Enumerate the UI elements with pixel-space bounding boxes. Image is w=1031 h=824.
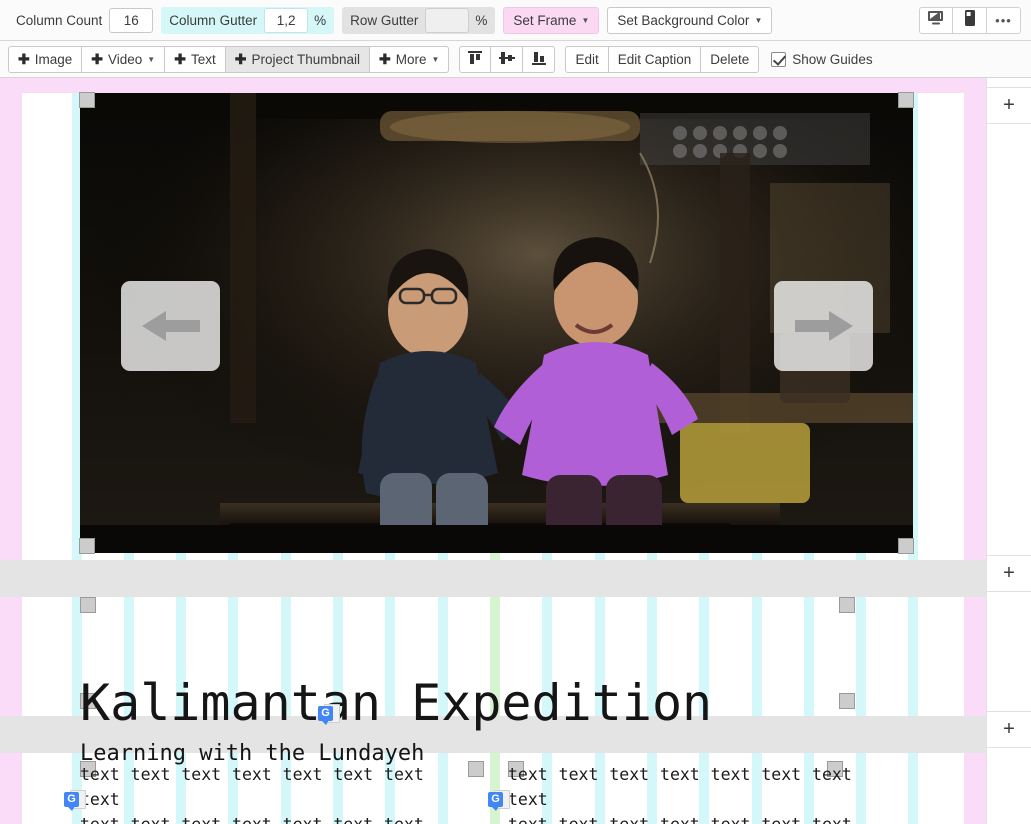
resize-handle-bottom-left[interactable] [79, 538, 95, 554]
chevron-down-icon: ▼ [754, 17, 762, 25]
translate-g-badge: G [64, 792, 79, 807]
add-project-thumbnail-button[interactable]: ✚ Project Thumbnail [226, 46, 370, 73]
section-divider-band [0, 560, 986, 597]
column-gutter-field[interactable]: Column Gutter % [161, 7, 334, 34]
margin-guide-left [0, 78, 22, 824]
add-image-button[interactable]: ✚ Image [8, 46, 82, 73]
translate-g-badge: G [318, 706, 333, 721]
arrow-right-icon [793, 307, 855, 345]
set-background-color-label: Set Background Color [617, 13, 749, 28]
body-paragraph-right: text text text text text text text text … [508, 762, 898, 824]
add-section-button[interactable]: + [987, 711, 1031, 748]
column-count-field[interactable]: Column Count [8, 7, 153, 34]
plus-icon: ✚ [18, 51, 30, 68]
more-options-button[interactable]: ••• [987, 7, 1021, 34]
ellipsis-icon: ••• [995, 13, 1012, 28]
translate-g-badge: G [488, 792, 503, 807]
set-frame-button[interactable]: Set Frame ▼ [503, 7, 599, 34]
column-gutter-unit: % [308, 7, 334, 34]
show-guides-toggle[interactable]: Show Guides [771, 52, 872, 67]
row-gutter-label: Row Gutter [342, 7, 425, 34]
resize-handle-top-right[interactable] [468, 761, 484, 777]
margin-guide-top [0, 78, 986, 93]
plus-icon: ✚ [379, 51, 391, 68]
resize-handle-top-left[interactable] [79, 92, 95, 108]
slideshow-block[interactable] [80, 93, 913, 553]
insert-toolbar: ✚ Image ✚ Video ▼ ✚ Text ✚ Project Thumb… [0, 41, 1031, 78]
body-paragraph-left: text text text text text text text text … [80, 762, 470, 824]
column-gutter-label: Column Gutter [161, 7, 264, 34]
add-more-button[interactable]: ✚ More ▼ [370, 46, 449, 73]
photo-editor-window: Column Count Column Gutter % Row Gutter … [0, 0, 1031, 824]
resize-handle-bottom-right[interactable] [839, 693, 855, 709]
plus-icon: ✚ [235, 51, 247, 68]
set-frame-label: Set Frame [513, 13, 576, 28]
add-section-button[interactable]: + [987, 87, 1031, 124]
plus-icon: ✚ [174, 51, 186, 68]
google-translate-icon[interactable]: G [318, 703, 340, 725]
column-count-label: Column Count [8, 7, 109, 34]
insert-button-group: ✚ Image ✚ Video ▼ ✚ Text ✚ Project Thumb… [8, 46, 449, 73]
page-canvas[interactable]: Kalimantan Expedition Learning with the … [0, 78, 986, 824]
slideshow-next-button[interactable] [774, 281, 873, 371]
align-button-group [459, 46, 555, 73]
chevron-down-icon: ▼ [432, 56, 440, 64]
edit-button[interactable]: Edit [565, 46, 608, 73]
margin-guide-right [964, 78, 986, 824]
resize-handle-bottom-right[interactable] [898, 538, 914, 554]
align-middle-icon [499, 50, 515, 69]
add-video-button[interactable]: ✚ Video ▼ [82, 46, 165, 73]
google-translate-icon[interactable]: G [488, 789, 510, 811]
align-bottom-button[interactable] [523, 46, 555, 73]
add-section-button[interactable]: + [987, 555, 1031, 592]
chevron-down-icon: ▼ [147, 56, 155, 64]
show-guides-checkbox[interactable] [771, 52, 786, 67]
row-gutter-field[interactable]: Row Gutter % [342, 7, 495, 34]
align-top-button[interactable] [459, 46, 491, 73]
mobile-view-button[interactable] [953, 7, 987, 34]
add-text-button[interactable]: ✚ Text [165, 46, 226, 73]
align-bottom-icon [531, 50, 547, 69]
google-translate-icon[interactable]: G [64, 789, 86, 811]
chevron-down-icon: ▼ [581, 17, 589, 25]
resize-handle-top-left[interactable] [80, 597, 96, 613]
page-headline: Kalimantan Expedition [80, 674, 712, 732]
add-video-label: Video [108, 52, 142, 67]
arrow-left-icon [140, 307, 202, 345]
column-count-input[interactable] [109, 8, 153, 33]
view-mode-group: ••• [919, 7, 1021, 34]
align-middle-button[interactable] [491, 46, 523, 73]
edit-button-group: Edit Edit Caption Delete [565, 46, 759, 73]
add-section-rail: + + + [986, 78, 1031, 824]
delete-button[interactable]: Delete [701, 46, 759, 73]
column-gutter-input[interactable] [264, 8, 308, 33]
grid-settings-toolbar: Column Count Column Gutter % Row Gutter … [0, 0, 1031, 41]
row-gutter-input[interactable] [425, 8, 469, 33]
mobile-icon [964, 9, 976, 32]
set-background-color-button[interactable]: Set Background Color ▼ [607, 7, 772, 34]
show-guides-label: Show Guides [792, 52, 872, 67]
desktop-view-button[interactable] [919, 7, 953, 34]
resize-handle-top-right[interactable] [898, 92, 914, 108]
align-top-icon [467, 50, 483, 69]
plus-icon: ✚ [91, 51, 103, 68]
slideshow-prev-button[interactable] [121, 281, 220, 371]
resize-handle-top-right[interactable] [839, 597, 855, 613]
edit-caption-button[interactable]: Edit Caption [609, 46, 702, 73]
add-image-label: Image [35, 52, 73, 67]
add-text-label: Text [191, 52, 216, 67]
add-project-thumbnail-label: Project Thumbnail [251, 52, 360, 67]
row-gutter-unit: % [469, 7, 495, 34]
add-more-label: More [396, 52, 427, 67]
desktop-icon [927, 10, 945, 31]
